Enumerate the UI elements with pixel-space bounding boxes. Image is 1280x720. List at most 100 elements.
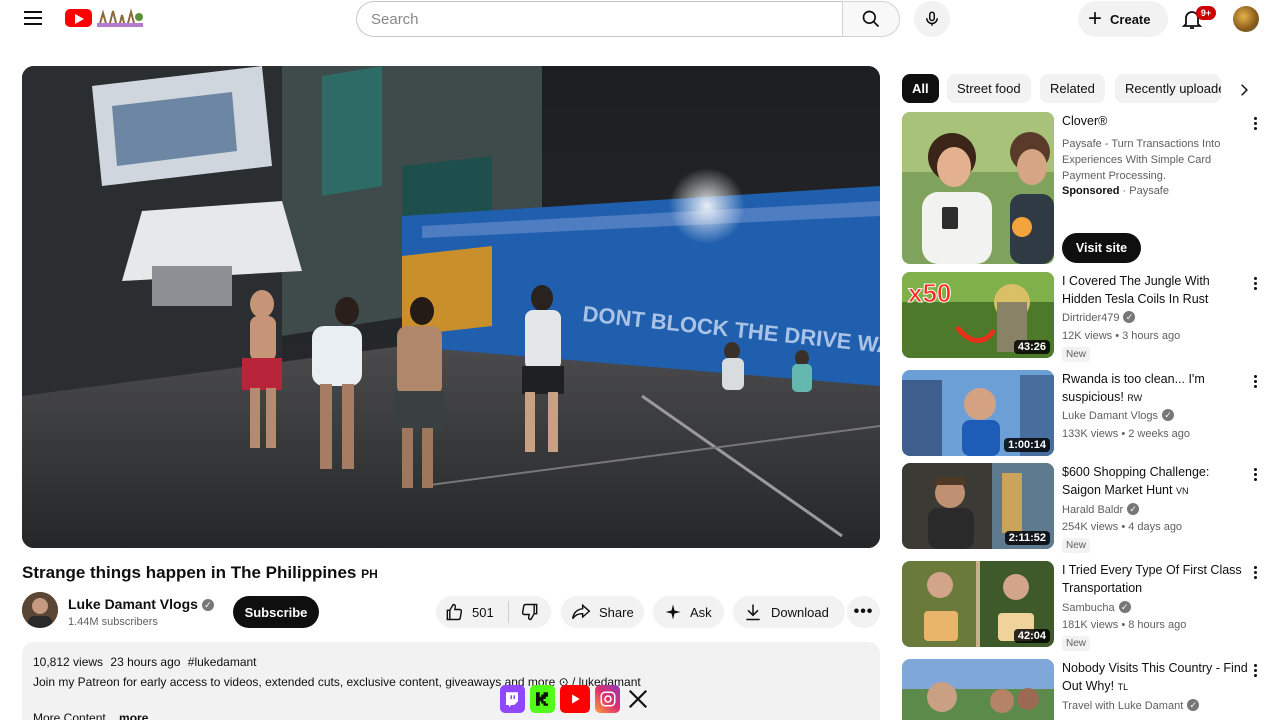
new-badge: New bbox=[1062, 636, 1091, 651]
thumbs-up-icon bbox=[446, 603, 463, 621]
rec-age: 8 hours ago bbox=[1128, 619, 1187, 631]
chip-related[interactable]: Related bbox=[1040, 74, 1105, 103]
rec-more-icon[interactable] bbox=[1248, 273, 1262, 293]
rec-video-channel[interactable]: Harald Baldr ✓ bbox=[1062, 503, 1140, 516]
create-button[interactable]: + Create bbox=[1078, 1, 1168, 37]
channel-name[interactable]: Luke Damant Vlogs ✓ bbox=[68, 596, 214, 612]
video-title-flag: PH bbox=[361, 567, 378, 581]
rec-thumbnail-image bbox=[902, 659, 1054, 720]
chip-all[interactable]: All bbox=[902, 74, 939, 103]
rec-video-title[interactable]: Rwanda is too clean... I'm suspicious! R… bbox=[1062, 370, 1248, 407]
instagram-icon bbox=[595, 685, 621, 713]
rec-video-thumbnail[interactable]: 1:00:14 bbox=[902, 370, 1054, 456]
rec-channel-text: Travel with Luke Damant bbox=[1062, 700, 1184, 712]
rec-video-title[interactable]: I Tried Every Type Of First Class Transp… bbox=[1062, 561, 1248, 597]
ask-button[interactable]: Ask bbox=[653, 596, 724, 628]
search-input[interactable]: Search bbox=[356, 1, 843, 37]
search-button[interactable] bbox=[842, 1, 900, 37]
top-header: Search + Create 9+ bbox=[0, 0, 1280, 38]
subscribe-button[interactable]: Subscribe bbox=[233, 596, 319, 628]
like-button[interactable]: 501 bbox=[436, 596, 508, 628]
doodle-logo-icon bbox=[95, 7, 145, 29]
search-icon bbox=[862, 10, 880, 28]
rec-views: 254K views bbox=[1062, 521, 1119, 533]
video-frame: DONT BLOCK THE DRIVE WAY bbox=[22, 66, 880, 548]
description-box[interactable]: 10,812 views 23 hours ago #lukedamant Jo… bbox=[22, 642, 880, 720]
rec-more-icon[interactable] bbox=[1248, 371, 1262, 391]
create-label: Create bbox=[1110, 11, 1151, 27]
rec-video-thumbnail[interactable]: 2:11:52 bbox=[902, 463, 1054, 549]
hashtag-link[interactable]: #lukedamant bbox=[188, 655, 257, 669]
more-horizontal-icon: ••• bbox=[853, 603, 874, 620]
like-dislike-group: 501 bbox=[436, 596, 551, 628]
more-content-text: More Content bbox=[33, 711, 106, 720]
ad-more-icon[interactable] bbox=[1248, 113, 1262, 133]
rec-title-flag: TL bbox=[1117, 682, 1129, 692]
chip-recently-uploaded[interactable]: Recently uploaded bbox=[1115, 74, 1221, 103]
youtube-logo[interactable] bbox=[65, 7, 145, 29]
mic-icon bbox=[926, 11, 938, 26]
rec-video-channel[interactable]: Travel with Luke Damant ✓ bbox=[1062, 699, 1200, 712]
rec-video-channel[interactable]: Luke Damant Vlogs ✓ bbox=[1062, 409, 1174, 422]
description-body: Join my Patreon for early access to vide… bbox=[33, 675, 556, 689]
rec-title-text: Nobody Visits This Country - Find Out Wh… bbox=[1062, 661, 1248, 693]
rec-views: 133K views bbox=[1062, 428, 1119, 440]
verified-check-icon: ✓ bbox=[1162, 409, 1174, 421]
download-button[interactable]: Download bbox=[733, 596, 845, 628]
rec-video-title[interactable]: Nobody Visits This Country - Find Out Wh… bbox=[1062, 659, 1248, 696]
share-button[interactable]: Share bbox=[561, 596, 644, 628]
menu-icon[interactable] bbox=[22, 8, 44, 30]
rec-video-thumbnail[interactable]: 42:04 bbox=[902, 561, 1054, 647]
rec-video-thumbnail[interactable] bbox=[902, 659, 1054, 720]
description-more-row: More Content ...more bbox=[33, 711, 869, 720]
rec-more-icon[interactable] bbox=[1248, 464, 1262, 484]
video-player[interactable]: DONT BLOCK THE DRIVE WAY bbox=[22, 66, 880, 548]
more-actions-button[interactable]: ••• bbox=[847, 596, 880, 628]
svg-text:x50: x50 bbox=[908, 278, 951, 308]
rec-title-flag: RW bbox=[1127, 393, 1143, 403]
ad-thumbnail-image bbox=[902, 112, 1054, 264]
video-duration: 2:11:52 bbox=[1004, 531, 1050, 545]
sponsored-label: Sponsored bbox=[1062, 185, 1120, 197]
like-count: 501 bbox=[472, 604, 494, 620]
share-arrow-icon bbox=[571, 603, 591, 620]
rec-more-icon[interactable] bbox=[1248, 562, 1262, 582]
rec-video-meta: 181K views • 8 hours ago bbox=[1062, 619, 1187, 631]
ad-advertiser: Paysafe bbox=[1129, 185, 1169, 197]
rec-video-channel[interactable]: Dirtrider479 ✓ bbox=[1062, 311, 1136, 324]
view-count: 10,812 views bbox=[33, 655, 104, 669]
sponsored-line: Sponsored · Paysafe bbox=[1062, 185, 1169, 197]
verified-check-icon: ✓ bbox=[1118, 601, 1131, 613]
ask-label: Ask bbox=[690, 604, 712, 620]
voice-search-button[interactable] bbox=[914, 1, 950, 37]
chevron-right-icon[interactable] bbox=[1232, 78, 1256, 102]
rec-more-icon[interactable] bbox=[1248, 660, 1262, 680]
rec-title-text: I Tried Every Type Of First Class Transp… bbox=[1062, 563, 1242, 595]
chip-street-food[interactable]: Street food bbox=[947, 74, 1031, 103]
show-more-link[interactable]: ...more bbox=[109, 711, 148, 720]
verified-check-icon: ✓ bbox=[201, 599, 214, 611]
video-duration: 1:00:14 bbox=[1004, 438, 1050, 452]
channel-name-text: Luke Damant Vlogs bbox=[68, 596, 198, 612]
rec-age: 4 days ago bbox=[1128, 521, 1183, 533]
new-badge: New bbox=[1062, 538, 1091, 553]
ad-title[interactable]: Clover® bbox=[1062, 112, 1248, 130]
account-avatar[interactable] bbox=[1233, 6, 1259, 32]
rec-video-meta: 254K views • 4 days ago bbox=[1062, 521, 1183, 533]
rec-video-thumbnail[interactable]: x50 43:26 bbox=[902, 272, 1054, 358]
visit-site-button[interactable]: Visit site bbox=[1062, 233, 1141, 263]
channel-avatar[interactable] bbox=[22, 592, 58, 628]
rec-channel-text: Dirtrider479 bbox=[1062, 312, 1120, 324]
download-label: Download bbox=[771, 604, 829, 620]
new-badge: New bbox=[1062, 347, 1091, 362]
youtube-play-logo-icon bbox=[65, 9, 92, 27]
rec-video-title[interactable]: $600 Shopping Challenge: Saigon Market H… bbox=[1062, 463, 1248, 500]
rec-channel-text: Luke Damant Vlogs bbox=[1062, 410, 1158, 422]
dislike-button[interactable] bbox=[509, 596, 551, 628]
share-label: Share bbox=[599, 604, 634, 620]
rec-video-channel[interactable]: Sambucha ✓ bbox=[1062, 601, 1131, 614]
rec-video-title[interactable]: I Covered The Jungle With Hidden Tesla C… bbox=[1062, 272, 1248, 308]
ad-thumbnail[interactable] bbox=[902, 112, 1054, 264]
video-duration: 43:26 bbox=[1013, 340, 1050, 354]
channel-avatar-image bbox=[22, 592, 58, 628]
